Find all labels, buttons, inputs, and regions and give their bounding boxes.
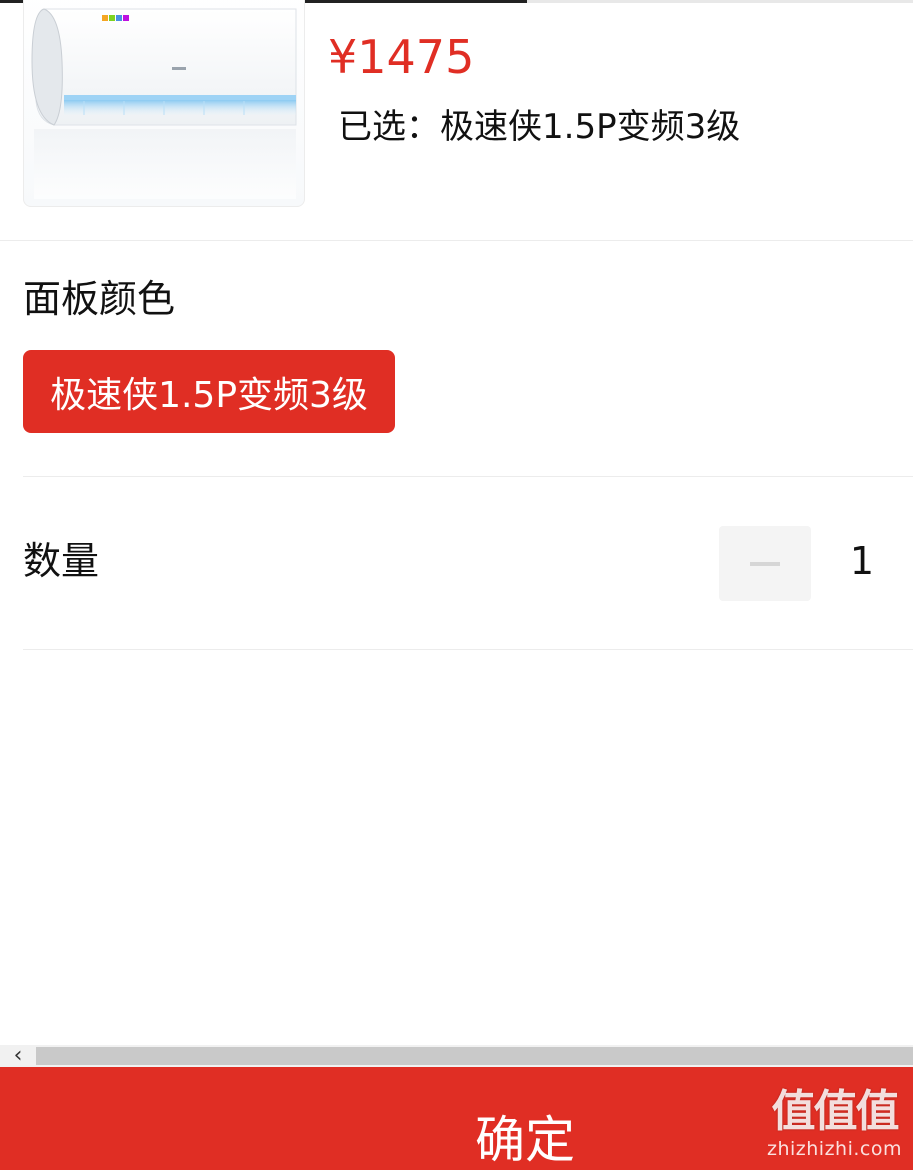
spec-option-selected[interactable]: 极速侠1.5P变频3级 [23, 350, 395, 433]
minus-icon [750, 562, 780, 566]
divider-top [0, 240, 913, 241]
air-conditioner-illustration [31, 8, 297, 199]
scroll-left-arrow-icon[interactable]: ‹ [0, 1045, 36, 1067]
quantity-value: 1 [849, 539, 875, 583]
divider-bottom [23, 649, 913, 650]
scrollbar-thumb[interactable] [36, 1047, 913, 1065]
product-price: ¥1475 [328, 30, 475, 84]
selected-spec-text: 已选：极速侠1.5P变频3级 [338, 107, 741, 147]
quantity-label: 数量 [23, 539, 100, 583]
watermark-logo: 值值值 [771, 1086, 900, 1137]
spec-section-title: 面板颜色 [23, 277, 176, 321]
watermark-domain: zhizhizhi.com [766, 1138, 902, 1160]
sku-selection-sheet: ¥1475 已选：极速侠1.5P变频3级 面板颜色 极速侠1.5P变频3级 数量… [0, 0, 913, 1170]
top-light-strip [527, 0, 913, 3]
product-image [23, 0, 305, 207]
horizontal-scrollbar[interactable]: ‹ [0, 1045, 913, 1067]
site-watermark: 值值值 zhizhizhi.com [762, 1088, 907, 1162]
quantity-decrease-button[interactable] [719, 526, 811, 601]
divider-middle [23, 476, 913, 477]
confirm-button-label: 确定 [475, 1111, 575, 1169]
spec-option-label: 极速侠1.5P变频3级 [50, 374, 368, 416]
